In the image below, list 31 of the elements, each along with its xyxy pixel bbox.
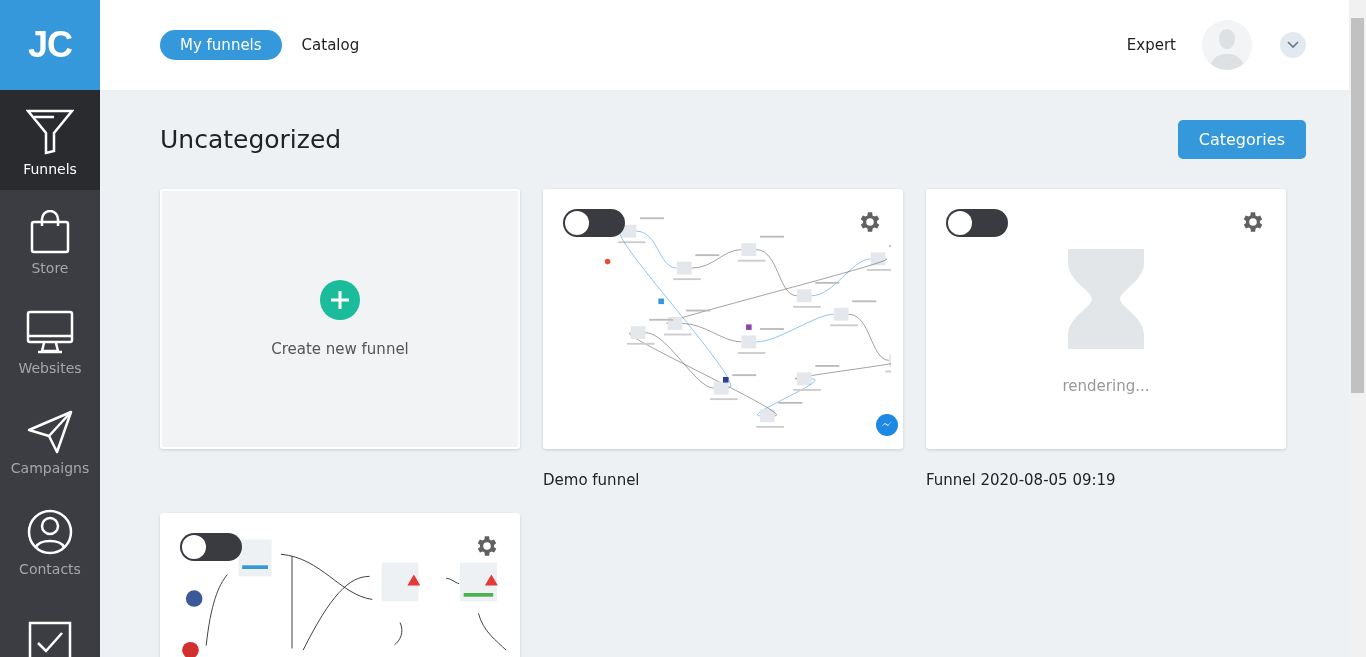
sidebar-item[interactable]: Websites <box>0 290 100 390</box>
toggle-switch[interactable] <box>563 209 625 237</box>
dropdown-button[interactable] <box>1280 32 1306 58</box>
logo[interactable]: JC <box>0 0 100 90</box>
categories-button[interactable]: Categories <box>1177 120 1306 159</box>
messenger-icon <box>875 413 899 437</box>
sidebar-item[interactable]: Funnels <box>0 90 100 190</box>
create-funnel-card[interactable]: Create new funnel <box>160 189 520 449</box>
funnel-card[interactable]: rendering... <box>926 189 1286 449</box>
user-icon <box>27 509 73 555</box>
create-funnel-label: Create new funnel <box>271 340 409 358</box>
toggle-switch[interactable] <box>946 209 1008 237</box>
section-title: Uncategorized <box>160 125 342 154</box>
nav-tab[interactable]: My funnels <box>160 30 282 60</box>
sidebar-item[interactable]: Contacts <box>0 490 100 590</box>
hourglass-icon <box>1068 249 1144 349</box>
chevron-down-icon <box>1287 41 1299 49</box>
checkbox-icon <box>28 621 72 657</box>
plan-label: Expert <box>1126 36 1176 54</box>
rendering-status: rendering... <box>1062 377 1150 395</box>
funnel-name[interactable]: Demo funnel <box>543 471 903 489</box>
sidebar-item[interactable]: Store <box>0 190 100 290</box>
paper-plane-icon <box>27 410 73 454</box>
toggle-switch[interactable] <box>180 533 242 561</box>
shopping-bag-icon <box>30 210 70 254</box>
plus-icon <box>320 280 360 320</box>
monitor-icon <box>26 310 74 354</box>
sidebar-item[interactable]: Campaigns <box>0 390 100 490</box>
funnel-name[interactable]: Funnel 2020-08-05 09:19 <box>926 471 1286 489</box>
funnel-icon <box>26 109 74 155</box>
nav-tab[interactable]: Catalog <box>281 30 380 60</box>
